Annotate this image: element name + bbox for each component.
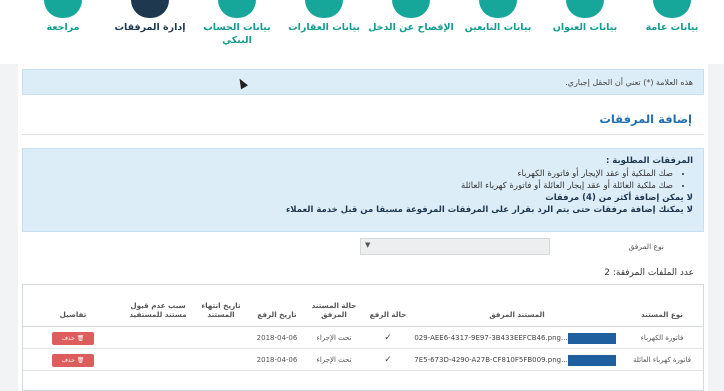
cell-details: 🗑 حذف [23,349,123,371]
step-label: بيانات العقارات [288,22,360,33]
step-label: مراجعة [46,22,80,33]
step-label: الإفصاح عن الدخل [368,22,454,33]
required-item: صك الملكية أو عقد الإيجار أو فاتورة الكه… [33,168,674,180]
chevron-down-icon: ▼ [365,241,371,249]
delete-button-label: حذف [61,356,75,364]
step-review[interactable]: مراجعة [18,0,108,34]
limit-note: لا يمكن إضافة أكثر من (4) مرفقات [545,193,693,203]
cell-expiry-date [193,327,249,349]
table-row: فاتورة كهرباء العائلة 7E5-673D-4290-A27B… [23,349,703,371]
step-general[interactable]: بيانات عامة [627,0,717,34]
col-attached-doc: المستند المرفق [489,310,545,319]
delete-button[interactable]: 🗑 حذف [52,353,94,367]
step-circle [653,0,691,18]
step-dependents[interactable]: بيانات التابعين [453,0,543,34]
cell-doc-type: فاتورة كهرباء العائلة [633,356,691,364]
file-name-link[interactable]: 7E5-673D-4290-A27B-CF810F5FB009.png... [414,356,568,364]
wizard-steps: مراجعة إدارة المرفقات بيانات الحساب البن… [0,0,724,64]
step-label: بيانات التابعين [464,22,532,33]
col-details: تفاصيل [59,310,87,319]
delete-button[interactable]: 🗑 حذف [52,331,94,345]
cell-upload-status: ✓ [384,355,392,365]
table-row: فاتورة الكهرباء 029-AEE6-4317-9E97-3B433… [23,327,703,349]
step-circle [392,0,430,18]
step-label: إدارة المرفقات [114,22,186,33]
step-address[interactable]: بيانات العنوان [540,0,630,34]
cell-attached-doc[interactable]: 029-AEE6-4317-9E97-3B433EEFCB46.png... [413,327,621,349]
step-bank-account[interactable]: بيانات الحساب البنكي [192,0,282,47]
col-doc-type: نوع المستند [641,310,683,319]
attachment-type-label: نوع المرفق [628,242,664,251]
col-upload-status: حالة الرفع [369,310,407,319]
step-label: بيانات العنوان [552,22,618,33]
file-name-link[interactable]: 029-AEE6-4317-9E97-3B433EEFCB46.png... [414,334,567,342]
trash-icon: 🗑 [74,334,85,342]
step-circle [305,0,343,18]
col-upload-date: تاريخ الرفع [257,310,297,319]
cell-reject-reason [123,327,193,349]
trash-icon: 🗑 [74,356,85,364]
required-item: صك ملكية العائلة أو عقد إيجار العائلة أو… [33,180,673,192]
cell-expiry-date [193,349,249,371]
attachment-type-select[interactable]: ▼ [360,238,550,255]
table-header: نوع المستند المستند المرفق حالة الرفع حا… [23,285,703,327]
info-heading: المرفقات المطلوبة : [605,156,693,166]
cell-doc-type: فاتورة الكهرباء [640,334,684,342]
content-panel: هذه العلامة (*) تعني أن الحقل إجباري. إض… [18,64,708,391]
cell-upload-date: 2018-04-06 [256,334,298,342]
cell-doc-status: تحت الإجراء [316,356,352,364]
attached-files-count: عدد الملفات المرفقة: 2 [604,268,694,278]
step-circle [479,0,517,18]
file-progress-bar [567,354,616,366]
col-expiry-date: تاريخ انتهاء المستند [201,301,241,319]
col-doc-status: حالة المستند المرفق [311,301,357,319]
step-circle [218,0,256,18]
step-circle [44,0,82,18]
step-circle [566,0,604,18]
delete-button-label: حذف [61,334,75,342]
step-circle [131,0,169,18]
section-title: إضافة المرفقات [599,112,692,126]
step-label: بيانات الحساب البنكي [203,22,271,46]
required-attachments-info: المرفقات المطلوبة : صك الملكية أو عقد ال… [22,148,704,232]
step-income[interactable]: الإفصاح عن الدخل [366,0,456,34]
col-reject-reason: سبب عدم قبول مستند للمستفيد [129,301,187,319]
step-attachments[interactable]: إدارة المرفقات [105,0,195,34]
step-real-estate[interactable]: بيانات العقارات [279,0,369,34]
required-field-notice: هذه العلامة (*) تعني أن الحقل إجباري. [22,69,704,95]
cell-reject-reason [123,349,193,371]
cell-upload-date: 2018-04-06 [256,356,298,364]
section-divider [22,134,704,135]
file-progress-bar [567,332,616,344]
required-list: صك الملكية أو عقد الإيجار أو فاتورة الكه… [33,168,693,192]
attachments-table: نوع المستند المستند المرفق حالة الرفع حا… [22,284,704,391]
cell-upload-status: ✓ [384,333,392,343]
cell-attached-doc[interactable]: 7E5-673D-4290-A27B-CF810F5FB009.png... [413,349,621,371]
cell-details: 🗑 حذف [23,327,123,349]
pending-note: لا يمكنك إضافة مرفقات حتى يتم الرد بقرار… [285,205,693,215]
cell-doc-status: تحت الإجراء [316,334,352,342]
step-label: بيانات عامة [645,22,699,33]
